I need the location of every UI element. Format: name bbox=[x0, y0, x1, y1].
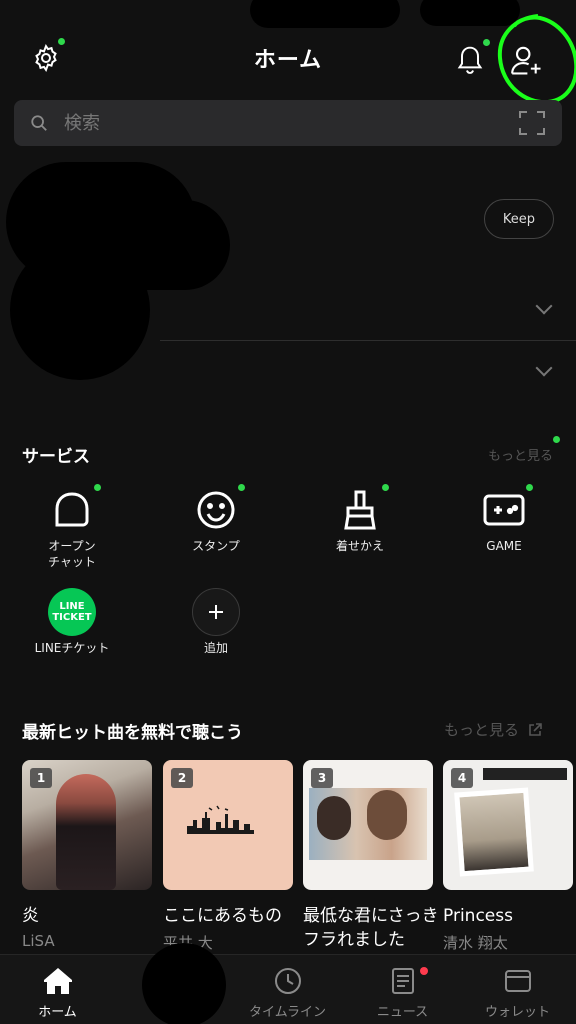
tab-wallet[interactable]: ウォレット bbox=[460, 955, 575, 1024]
line-ticket-logo-text: LINE TICKET bbox=[52, 601, 92, 623]
notification-dot bbox=[238, 484, 245, 491]
line-ticket-icon: LINE TICKET bbox=[48, 588, 96, 636]
tab-timeline[interactable]: タイムライン bbox=[230, 955, 345, 1024]
news-icon bbox=[392, 968, 414, 994]
cover-face bbox=[317, 796, 351, 840]
notification-dot bbox=[382, 484, 389, 491]
tab-news[interactable]: ニュース bbox=[345, 955, 460, 1024]
tab-label: ニュース bbox=[376, 1005, 429, 1020]
service-label: スタンプ bbox=[192, 539, 240, 553]
sticker-icon bbox=[197, 491, 235, 529]
service-label: GAME bbox=[486, 539, 522, 553]
game-icon bbox=[483, 494, 525, 526]
rank-badge: 2 bbox=[171, 768, 193, 788]
keep-button[interactable]: Keep bbox=[484, 199, 554, 239]
cover-photo bbox=[454, 787, 534, 877]
open-chat-icon bbox=[55, 492, 89, 527]
song-title: ここにあるもの bbox=[163, 906, 282, 926]
tab-label: ウォレット bbox=[484, 1005, 550, 1020]
profile-area[interactable] bbox=[0, 150, 576, 380]
notification-dot bbox=[94, 484, 101, 491]
song-title: 最低な君にさっきフラれました bbox=[303, 906, 439, 950]
services-more-link[interactable]: もっと見る bbox=[488, 445, 553, 464]
cover-skyline bbox=[187, 805, 254, 834]
rank-badge: 1 bbox=[30, 768, 52, 788]
search-icon bbox=[31, 115, 47, 131]
notification-dot bbox=[526, 484, 533, 491]
tab-label: ホーム bbox=[38, 1005, 77, 1020]
service-label: 追加 bbox=[203, 641, 228, 655]
rank-badge: 4 bbox=[451, 768, 473, 788]
search-bar bbox=[14, 100, 562, 146]
add-icon bbox=[192, 588, 240, 636]
album-cover: 4 bbox=[443, 760, 573, 890]
tab-bar: ホーム トーク タイムライン ニュース ウォレット bbox=[0, 943, 576, 1024]
cover-face bbox=[367, 790, 407, 840]
scan-icon[interactable] bbox=[518, 110, 546, 136]
album-cover: 2 bbox=[163, 760, 293, 890]
more-link-label: もっと見る bbox=[444, 721, 520, 739]
song-title: Princess bbox=[443, 906, 513, 926]
notification-dot bbox=[553, 436, 560, 443]
cover-title-strip bbox=[483, 768, 567, 780]
music-more-link[interactable]: もっと見る bbox=[444, 719, 543, 740]
song-title: 炎 bbox=[22, 906, 39, 926]
redacted-mark bbox=[250, 0, 400, 28]
theme-icon bbox=[344, 490, 376, 530]
service-label: LINEチケット bbox=[34, 641, 110, 655]
services-title: サービス bbox=[22, 447, 90, 467]
tab-label: タイムライン bbox=[248, 1005, 327, 1020]
cover-figure bbox=[56, 774, 116, 890]
redacted-mark bbox=[142, 943, 226, 1024]
annotation-circle bbox=[497, 14, 576, 105]
clock-icon bbox=[275, 968, 301, 994]
music-title: 最新ヒット曲を無料で聴こう bbox=[22, 723, 243, 743]
rank-badge: 3 bbox=[311, 768, 333, 788]
search-input[interactable] bbox=[64, 100, 504, 146]
service-label: 着せかえ bbox=[335, 539, 384, 553]
home-icon bbox=[44, 968, 72, 994]
redacted-mark bbox=[60, 200, 230, 290]
tab-home[interactable]: ホーム bbox=[0, 955, 115, 1024]
notifications-button[interactable] bbox=[450, 39, 490, 80]
header: ホーム bbox=[0, 0, 576, 105]
song-artist: LiSA bbox=[22, 932, 55, 950]
bell-icon bbox=[457, 46, 483, 74]
notification-dot bbox=[420, 967, 428, 975]
album-cover: 1 bbox=[22, 760, 152, 890]
chevron-down-icon[interactable] bbox=[535, 359, 553, 377]
service-label: オープン チャット bbox=[48, 539, 96, 569]
divider bbox=[160, 340, 576, 341]
album-cover: 3 bbox=[303, 760, 433, 890]
song-artist: 清水 翔太 bbox=[443, 934, 508, 952]
external-link-icon bbox=[529, 722, 542, 736]
wallet-icon bbox=[505, 970, 531, 992]
